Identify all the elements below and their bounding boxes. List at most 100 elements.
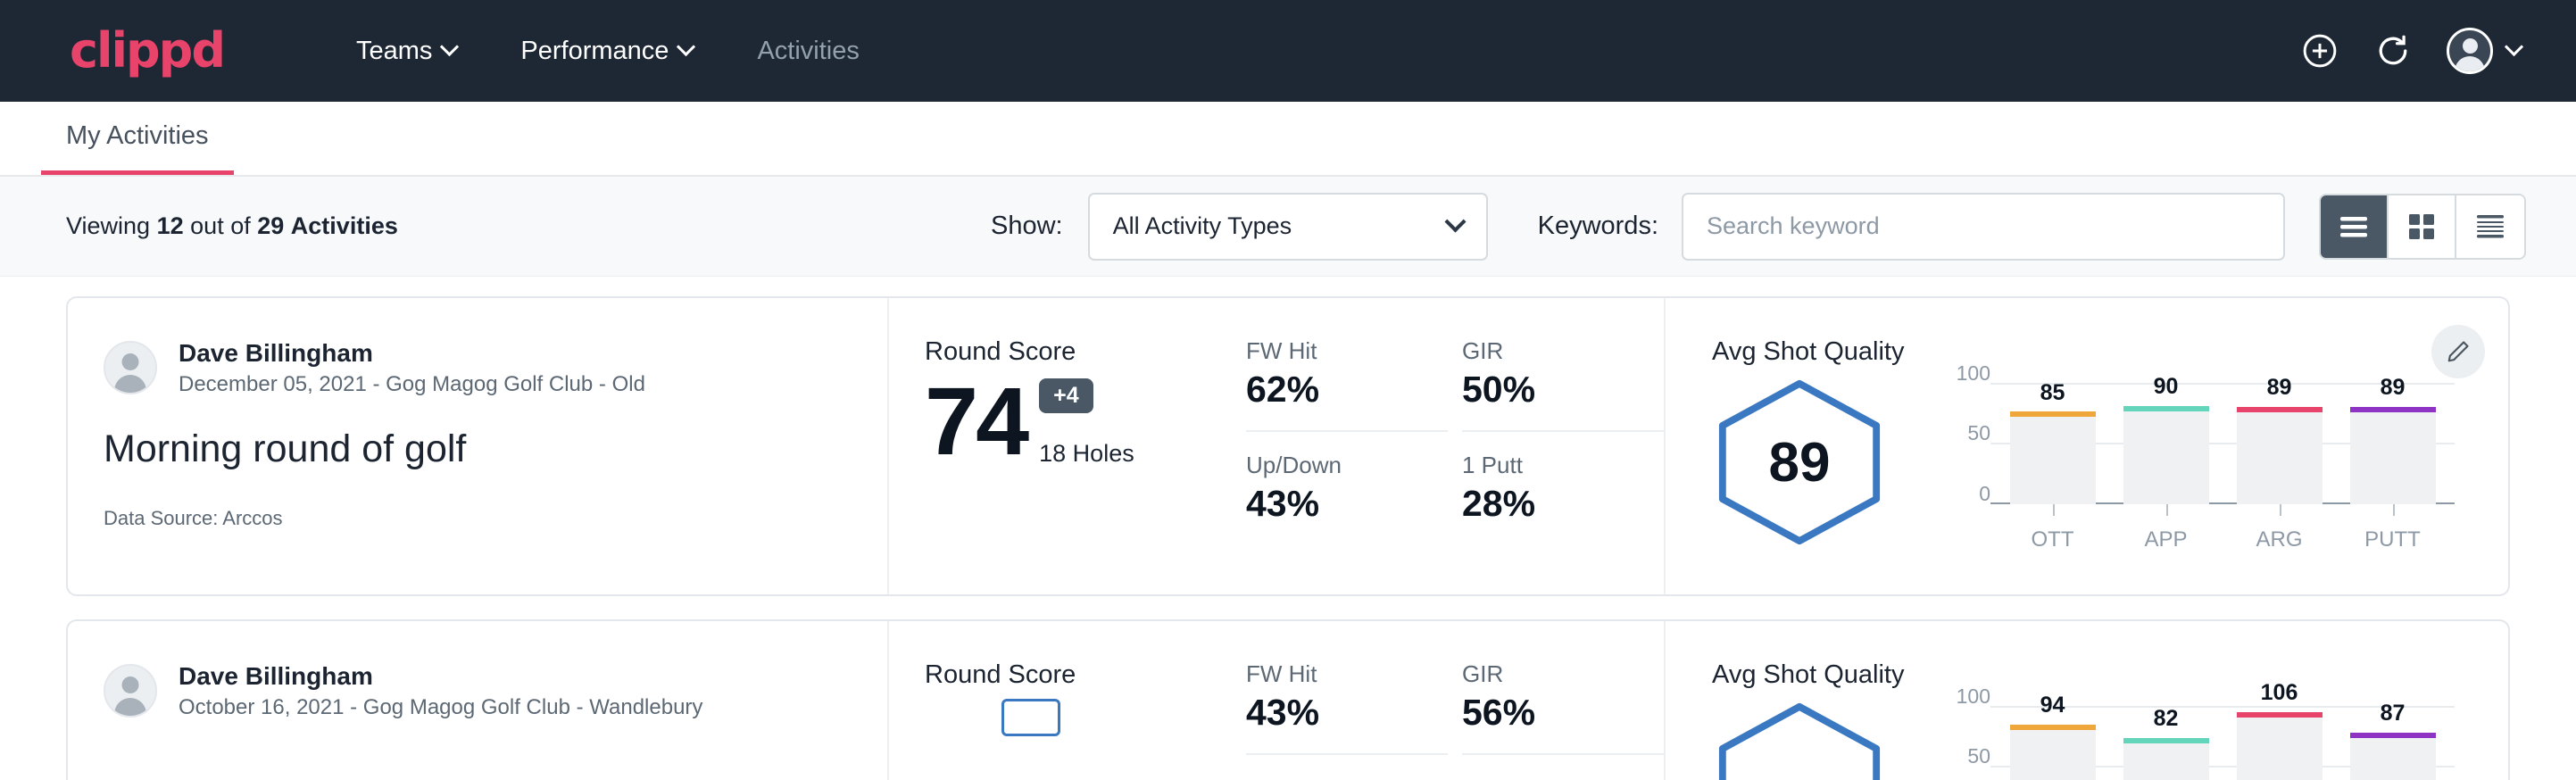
chevron-down-icon <box>1444 211 1466 232</box>
data-source: Data Source: Arccos <box>104 507 852 530</box>
viewing-summary: Viewing 12 out of 29 Activities <box>66 212 398 240</box>
stat-label: Up/Down <box>1246 452 1401 479</box>
view-mode-grid-button[interactable] <box>2389 195 2456 258</box>
chart-bar-arg: 106 <box>2223 695 2336 780</box>
shot-quality-label: Avg Shot Quality <box>1712 660 2455 690</box>
view-mode-list-button[interactable] <box>2321 195 2389 258</box>
y-tick-100: 100 <box>1957 361 1990 386</box>
avatar-head <box>122 353 139 370</box>
bar-rect <box>2350 733 2436 780</box>
nav-item-performance-label: Performance <box>520 37 669 66</box>
chart-bar-putt: 87 <box>2336 695 2449 780</box>
bar-rect <box>2010 411 2096 504</box>
y-tick-50: 50 <box>1967 744 1990 768</box>
chart-bar-value: 87 <box>2381 701 2406 726</box>
stat-value: 56% <box>1462 692 1617 734</box>
avatar-head <box>2463 38 2478 54</box>
clippd-logo[interactable]: clippd <box>70 27 224 75</box>
round-score-panel: Round Score 74 +4 18 Holes <box>889 298 1246 594</box>
stats-panel: FW Hit 43% GIR 56% <box>1246 621 1666 780</box>
account-menu[interactable] <box>2447 28 2521 74</box>
chart-bar-value: 85 <box>2040 380 2065 406</box>
chart-y-axis: 100 50 0 <box>1935 695 1990 780</box>
avatar-body <box>114 375 146 393</box>
stat-fw-hit: FW Hit 62% <box>1246 337 1448 432</box>
activity-title: Morning round of golf <box>104 427 852 471</box>
round-score-label: Round Score <box>925 337 1246 367</box>
avatar-body <box>2455 56 2485 72</box>
activity-card[interactable]: Dave Billingham October 16, 2021 - Gog M… <box>66 619 2510 780</box>
viewing-total: 29 <box>257 212 284 239</box>
stat-up-down: Up/Down 43% <box>1246 452 1448 525</box>
bar-rect <box>2350 407 2436 504</box>
nav-item-performance[interactable]: Performance <box>488 37 725 66</box>
chart-bar-value: 82 <box>2154 706 2179 732</box>
chart-bar-value: 89 <box>2381 375 2406 401</box>
nav-item-teams[interactable]: Teams <box>324 37 488 66</box>
pencil-icon <box>2445 338 2472 365</box>
x-tick-app: APP <box>2109 504 2223 552</box>
shot-quality-score: 89 <box>1712 378 1887 546</box>
chart-bar-ott: 94 <box>1996 695 2109 780</box>
view-mode-compact-button[interactable] <box>2456 195 2524 258</box>
x-tick-arg: ARG <box>2223 504 2336 552</box>
chart-y-axis: 100 50 0 <box>1935 372 1990 504</box>
stat-value: 50% <box>1462 369 1617 411</box>
stat-value: 62% <box>1246 369 1401 411</box>
stat-value: 43% <box>1246 483 1401 525</box>
bar-rect <box>2010 725 2096 780</box>
tab-bar: My Activities <box>0 102 2576 177</box>
shot-quality-row: 89 100 50 0 85 <box>1712 372 2455 552</box>
round-score-value: 74 <box>925 376 1026 468</box>
search-input[interactable] <box>1682 193 2285 261</box>
activity-summary: Dave Billingham December 05, 2021 - Gog … <box>68 298 889 594</box>
show-label: Show: <box>991 212 1063 241</box>
activity-card[interactable]: Dave Billingham December 05, 2021 - Gog … <box>66 296 2510 596</box>
activity-list: Dave Billingham December 05, 2021 - Gog … <box>0 277 2576 780</box>
edit-activity-button[interactable] <box>2431 325 2485 378</box>
add-icon[interactable] <box>2300 31 2339 71</box>
nav-item-activities-label: Activities <box>757 37 859 66</box>
top-navigation-bar: clippd Teams Performance Activities <box>0 0 2576 102</box>
chart-bar-ott: 85 <box>1996 372 2109 504</box>
chevron-down-icon <box>2505 37 2523 55</box>
keywords-label: Keywords: <box>1538 212 1658 241</box>
round-score-panel: Round Score <box>889 621 1246 780</box>
activity-meta: October 16, 2021 - Gog Magog Golf Club -… <box>179 695 702 720</box>
filter-toolbar: Viewing 12 out of 29 Activities Show: Al… <box>0 177 2576 277</box>
x-tick-ott: OTT <box>1996 504 2109 552</box>
y-tick-50: 50 <box>1967 421 1990 445</box>
chart-bar-putt: 89 <box>2336 372 2449 504</box>
shot-quality-row: 100 50 0 94 <box>1712 695 2455 780</box>
score-badge: +4 <box>1039 378 1093 413</box>
grid-icon <box>2408 213 2435 240</box>
stat-gir: GIR 56% <box>1462 660 1664 755</box>
avatar[interactable] <box>2447 28 2493 74</box>
nav-actions <box>2300 28 2521 74</box>
shot-quality-score <box>1712 701 1887 780</box>
bar-rect <box>2237 712 2323 780</box>
primary-nav: Teams Performance Activities <box>324 37 892 66</box>
avatar <box>104 341 157 394</box>
chart-bar-value: 89 <box>2267 375 2292 401</box>
stat-label: 1 Putt <box>1462 452 1617 479</box>
bar-rect <box>2123 406 2209 504</box>
shot-quality-hexagon: 89 <box>1712 378 1887 546</box>
tab-my-activities[interactable]: My Activities <box>41 121 234 175</box>
user-row: Dave Billingham December 05, 2021 - Gog … <box>104 337 852 397</box>
activity-type-select[interactable]: All Activity Types <box>1088 193 1488 261</box>
stat-label: FW Hit <box>1246 660 1401 688</box>
round-score-label: Round Score <box>925 660 1246 690</box>
y-tick-100: 100 <box>1957 685 1990 709</box>
shot-quality-hexagon <box>1712 701 1887 780</box>
chart-bar-value: 94 <box>2040 693 2065 718</box>
stats-panel: FW Hit 62% GIR 50% Up/Down 43% 1 Putt 28… <box>1246 298 1666 594</box>
shot-quality-panel: Avg Shot Quality 100 50 0 <box>1666 621 2508 780</box>
stat-fw-hit: FW Hit 43% <box>1246 660 1448 755</box>
refresh-icon[interactable] <box>2373 31 2413 71</box>
view-mode-toggle <box>2319 194 2526 260</box>
bar-rect <box>2123 738 2209 780</box>
list-icon <box>2339 215 2369 238</box>
nav-item-activities[interactable]: Activities <box>725 37 891 66</box>
stat-one-putt: 1 Putt 28% <box>1462 452 1664 525</box>
